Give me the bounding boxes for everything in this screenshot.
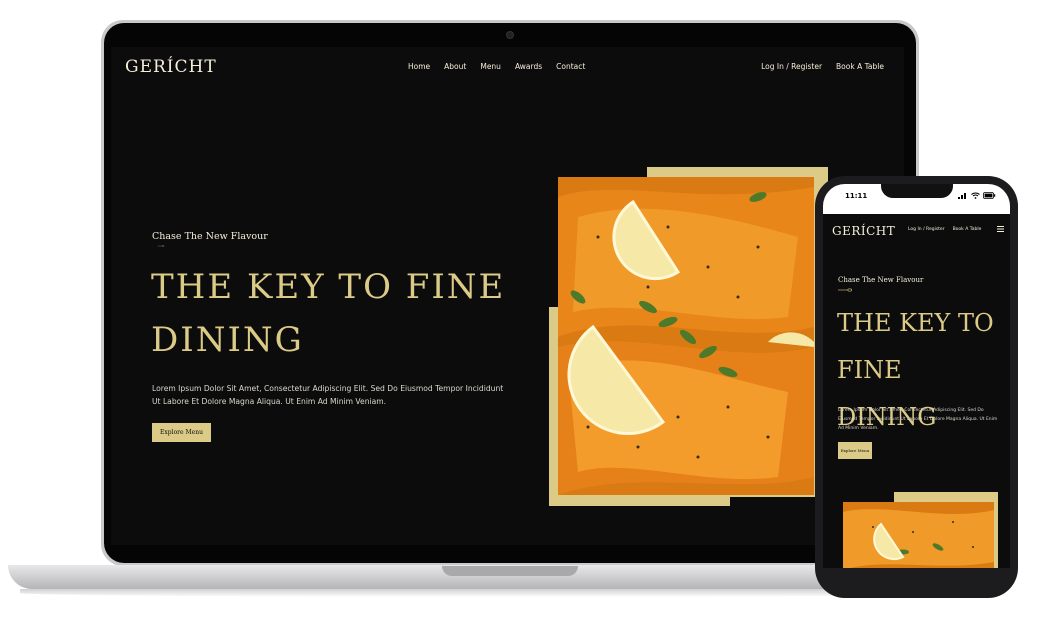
phone-explore-menu-button[interactable]: Explore Menu bbox=[838, 442, 872, 459]
laptop-notch bbox=[442, 566, 578, 576]
phone-food-image bbox=[843, 502, 994, 568]
spoon-icon bbox=[157, 245, 165, 247]
explore-menu-button[interactable]: Explore Menu bbox=[152, 423, 211, 442]
nav-home[interactable]: Home bbox=[408, 62, 430, 71]
login-register-link[interactable]: Log In / Register bbox=[761, 62, 822, 71]
phone-hero-subtitle: Chase The New Flavour bbox=[838, 276, 924, 284]
phone-nav-actions: Log In / Register Book A Table bbox=[908, 227, 981, 232]
phone-hero-description: Lorem Ipsum Dolor Sit Amet, Consectetur … bbox=[838, 408, 998, 431]
phone-time: 11:11 bbox=[845, 192, 868, 200]
hero-subtitle: Chase The New Flavour bbox=[152, 231, 268, 242]
site-logo[interactable]: GERÍCHT bbox=[125, 57, 217, 77]
phone-status-bar: 11:11 bbox=[823, 184, 1010, 214]
nav-awards[interactable]: Awards bbox=[515, 62, 542, 71]
hamburger-menu-icon[interactable] bbox=[997, 226, 1004, 232]
nav-contact[interactable]: Contact bbox=[556, 62, 585, 71]
hero-food-image bbox=[558, 177, 814, 495]
nav-menu[interactable]: Menu bbox=[480, 62, 501, 71]
laptop-screen: GERÍCHT Home About Menu Awards Contact L… bbox=[111, 47, 904, 545]
hero-description: Lorem Ipsum Dolor Sit Amet, Consectetur … bbox=[152, 384, 504, 406]
laptop-camera bbox=[507, 32, 513, 38]
nav-about[interactable]: About bbox=[444, 62, 466, 71]
dynamic-island bbox=[881, 184, 953, 198]
phone-book-table-link[interactable]: Book A Table bbox=[953, 227, 982, 232]
hero-title-line1: THE KEY TO FINE bbox=[151, 267, 506, 307]
phone-hero-title-line1: THE KEY TO bbox=[837, 309, 994, 337]
signal-icon bbox=[958, 193, 966, 199]
phone-screen: 11:11 GERÍCHT Log In / Register Book A T… bbox=[823, 184, 1010, 568]
nav-actions: Log In / Register Book A Table bbox=[761, 62, 884, 71]
battery-icon bbox=[983, 192, 996, 199]
spoon-icon bbox=[838, 288, 852, 292]
hero-title: THE KEY TO FINE DINING bbox=[151, 261, 511, 367]
wifi-icon bbox=[971, 192, 980, 199]
book-table-link[interactable]: Book A Table bbox=[836, 62, 884, 71]
main-nav: Home About Menu Awards Contact bbox=[408, 62, 585, 71]
phone-site-logo[interactable]: GERÍCHT bbox=[832, 224, 895, 238]
status-icons bbox=[958, 192, 996, 199]
phone-login-link[interactable]: Log In / Register bbox=[908, 227, 945, 232]
hero-title-line2: DINING bbox=[151, 320, 304, 360]
